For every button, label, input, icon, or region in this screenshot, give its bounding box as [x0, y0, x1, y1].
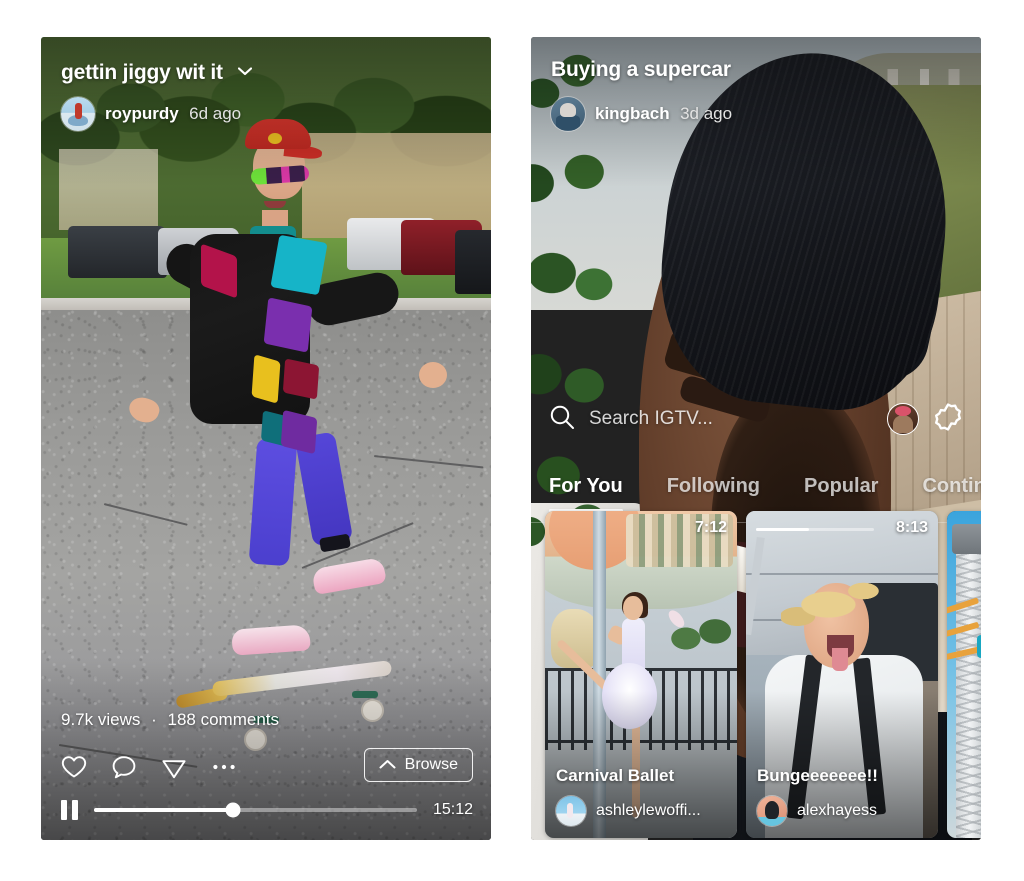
- card-title: Carnival Ballet: [556, 766, 675, 785]
- camera-shutter-icon[interactable]: [933, 402, 963, 437]
- card-username[interactable]: alexhayess: [797, 802, 877, 820]
- jacket-color-panel: [263, 297, 313, 353]
- chevron-up-icon: [379, 756, 396, 774]
- avatar[interactable]: [757, 796, 787, 826]
- card-author-row[interactable]: ashleylewoffi...: [556, 796, 701, 826]
- screenshot-stage: gettin jiggy wit it roypurdy 6d ago 9.7k…: [0, 0, 1024, 881]
- card-username[interactable]: ashleylewoffi...: [596, 802, 701, 820]
- video-card[interactable]: 8:13 Bungeeeeeee!! alexhayess: [746, 511, 938, 838]
- search-input-placeholder[interactable]: Search IGTV...: [589, 408, 873, 430]
- browse-button[interactable]: Browse: [363, 748, 473, 782]
- video-title: Buying a supercar: [551, 58, 731, 81]
- video-title: gettin jiggy wit it: [61, 61, 223, 84]
- tab-popular[interactable]: Popular: [804, 475, 878, 512]
- igtv-video-player-screen: gettin jiggy wit it roypurdy 6d ago 9.7k…: [41, 37, 491, 840]
- separator-dot: ·: [151, 710, 157, 729]
- view-count: 9.7k views: [61, 710, 141, 729]
- profile-avatar-icon[interactable]: [887, 403, 919, 435]
- video-author-row[interactable]: roypurdy 6d ago: [61, 97, 241, 131]
- subject-hair: [780, 556, 885, 642]
- timestamp: 6d ago: [189, 104, 242, 123]
- skater-left-leg: [248, 437, 297, 566]
- card-progress-bar: [756, 528, 874, 531]
- tab-continue-w[interactable]: Continue W: [922, 475, 981, 512]
- playback-controls: 15:12: [61, 800, 473, 820]
- send-icon[interactable]: [160, 753, 188, 781]
- parked-car: [68, 225, 167, 278]
- heart-icon[interactable]: [60, 753, 88, 781]
- more-options-icon[interactable]: [210, 753, 238, 781]
- username[interactable]: kingbach: [595, 104, 670, 123]
- timestamp: 3d ago: [680, 104, 733, 123]
- video-card-partial[interactable]: [947, 511, 981, 838]
- pointe-shoe: [665, 608, 687, 631]
- video-duration: 15:12: [432, 801, 473, 818]
- avatar[interactable]: [551, 97, 585, 131]
- card-progress-fill: [756, 528, 810, 531]
- parked-car: [455, 229, 491, 294]
- tower-top-platform: [952, 524, 981, 554]
- dancer-head: [623, 596, 643, 621]
- card-thumbnail: [947, 511, 981, 838]
- video-author-row[interactable]: kingbach 3d ago: [551, 97, 732, 131]
- card-duration: 8:13: [895, 519, 928, 536]
- skater-mouth: [264, 200, 287, 208]
- bungee-pod: [977, 635, 981, 659]
- video-title-row[interactable]: Buying a supercar: [551, 58, 731, 82]
- comment-count[interactable]: 188 comments: [168, 710, 280, 729]
- author-line: roypurdy 6d ago: [105, 104, 241, 124]
- jacket-color-panel: [282, 358, 320, 400]
- subject-tongue: [832, 648, 848, 672]
- tab-following[interactable]: Following: [667, 475, 760, 512]
- igtv-discover-screen: Buying a supercar kingbach 3d ago Search…: [531, 37, 981, 840]
- comment-icon[interactable]: [110, 753, 138, 781]
- tab-for-you[interactable]: For You: [549, 475, 623, 512]
- seek-bar[interactable]: [94, 802, 417, 818]
- chevron-down-icon[interactable]: [237, 58, 252, 82]
- avatar[interactable]: [61, 97, 95, 131]
- avatar[interactable]: [556, 796, 586, 826]
- search-icon: [549, 404, 575, 435]
- card-title: Bungeeeeeee!!: [757, 766, 878, 785]
- bungee-tower: [956, 537, 981, 838]
- search-bar[interactable]: Search IGTV...: [531, 390, 981, 448]
- seek-bar-handle[interactable]: [225, 802, 241, 818]
- username[interactable]: roypurdy: [105, 104, 179, 123]
- browse-button-label: Browse: [404, 756, 458, 773]
- pause-icon[interactable]: [61, 800, 78, 820]
- seek-bar-fill: [94, 808, 233, 812]
- jacket-color-panel: [251, 354, 280, 404]
- video-card-carousel[interactable]: 7:12 Carnival Ballet ashleylewoffi... 8:…: [545, 511, 981, 838]
- author-line: kingbach 3d ago: [595, 104, 732, 124]
- video-title-row[interactable]: gettin jiggy wit it: [61, 58, 252, 85]
- view-count-row: 9.7k views · 188 comments: [61, 710, 279, 730]
- card-author-row[interactable]: alexhayess: [757, 796, 877, 826]
- card-duration: 7:12: [694, 519, 727, 536]
- video-card[interactable]: 7:12 Carnival Ballet ashleylewoffi...: [545, 511, 737, 838]
- action-bar: [60, 753, 238, 781]
- jacket-color-panel: [270, 235, 328, 296]
